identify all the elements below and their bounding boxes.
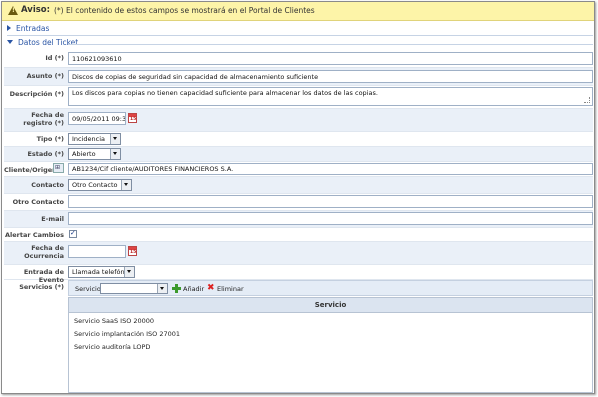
warning-icon: !: [8, 6, 18, 15]
calendar-icon[interactable]: 15: [128, 246, 137, 256]
chevron-down-icon: [110, 149, 120, 159]
servicios-label: Servicios (*): [19, 283, 64, 291]
table-row[interactable]: Servicio implantación ISO 27001: [69, 328, 592, 340]
divider: [68, 44, 593, 45]
fecha-registro-field[interactable]: 09/05/2011 09:36:00: [68, 112, 126, 125]
servicios-toolbar: Servicios Añadir ✖ Eliminar: [68, 280, 593, 296]
tipo-select[interactable]: Incidencia: [68, 133, 121, 145]
tipo-label: Tipo (*): [36, 135, 64, 143]
row-otro-contacto: Otro Contacto: [4, 194, 593, 211]
section-entradas-label: Entradas: [16, 24, 50, 33]
email-field[interactable]: [68, 212, 593, 225]
table-row[interactable]: Servicio SaaS ISO 20000: [69, 315, 592, 327]
row-estado: Estado (*) Abierto: [4, 147, 593, 162]
section-datos-label: Datos del Ticket: [18, 38, 79, 47]
triangle-down-icon: [7, 40, 13, 44]
cliente-field[interactable]: AB1234/Cif cliente/AUDITORES FINANCIEROS…: [68, 163, 593, 175]
estado-value: Abierto: [72, 150, 96, 158]
section-datos-ticket[interactable]: Datos del Ticket: [7, 38, 78, 47]
alert-text: (*) El contenido de estos campos se most…: [54, 5, 315, 15]
email-label: E-mail: [41, 215, 64, 223]
row-fecha-ocurrencia: Fecha de Ocurrencia 15: [4, 242, 593, 265]
alert-banner: ! Aviso: (*) El contenido de estos campo…: [2, 2, 594, 21]
table-row[interactable]: Servicio auditoría LOPD: [69, 341, 592, 353]
row-contacto: Contacto Otro Contacto: [4, 177, 593, 194]
lookup-icon[interactable]: ⊞: [53, 163, 64, 173]
entrada-evento-select[interactable]: Llamada telefónica: [68, 266, 135, 278]
otro-contacto-label: Otro Contacto: [12, 198, 64, 206]
estado-label: Estado (*): [27, 150, 64, 158]
row-asunto: Asunto (*) Discos de copias de seguridad…: [4, 68, 593, 86]
alertar-checkbox[interactable]: [69, 229, 77, 238]
otro-contacto-field[interactable]: [68, 195, 593, 208]
chevron-down-icon: [157, 284, 167, 293]
row-tipo: Tipo (*) Incidencia: [4, 132, 593, 147]
section-entradas[interactable]: Entradas: [7, 24, 49, 33]
descripcion-text: Los discos para copias no tienen capacid…: [72, 89, 378, 97]
add-button-label: Añadir: [183, 285, 205, 293]
table-header: Servicio: [69, 298, 592, 313]
row-id: Id (*) 110621093610: [4, 50, 593, 68]
ticket-form-window: ! Aviso: (*) El contenido de estos campo…: [1, 1, 595, 394]
delete-button-label: Eliminar: [217, 285, 244, 293]
row-entrada-evento: Entrada de Evento Llamada telefónica: [4, 265, 593, 284]
delete-icon: ✖: [207, 283, 215, 293]
contacto-select[interactable]: Otro Contacto: [68, 179, 132, 191]
fecha-registro-label: Fecha de registro (*): [23, 111, 64, 127]
contacto-value: Otro Contacto: [72, 181, 118, 189]
asunto-field[interactable]: Discos de copias de seguridad sin capaci…: [68, 70, 593, 83]
servicios-table: Servicio Servicio SaaS ISO 20000 Servici…: [68, 297, 593, 393]
estado-select[interactable]: Abierto: [68, 148, 121, 160]
add-icon: [172, 284, 181, 293]
chevron-down-icon: [121, 180, 131, 190]
asunto-label: Asunto (*): [26, 72, 64, 80]
cliente-label: Cliente/Origen: [4, 166, 57, 174]
servicios-select[interactable]: [100, 283, 168, 294]
tipo-value: Incidencia: [72, 135, 106, 143]
descripcion-textarea[interactable]: Los discos para copias no tienen capacid…: [68, 87, 593, 106]
alertar-label: Alertar Cambios: [5, 231, 64, 239]
row-descripcion: Descripción (*) Los discos para copias n…: [4, 86, 593, 109]
divider: [7, 35, 593, 36]
row-email: E-mail: [4, 211, 593, 228]
chevron-down-icon: [124, 267, 134, 277]
calendar-icon[interactable]: 15: [128, 113, 137, 123]
chevron-down-icon: [110, 134, 120, 144]
fecha-ocurrencia-field[interactable]: [68, 245, 126, 258]
resize-handle-icon[interactable]: [584, 97, 590, 103]
row-servicios: Servicios (*) Servicios Añadir ✖ Elimina…: [4, 280, 593, 393]
id-label: Id (*): [45, 54, 64, 62]
id-field[interactable]: 110621093610: [68, 52, 593, 65]
row-cliente: Cliente/Origen ⊞ AB1234/Cif cliente/AUDI…: [4, 162, 593, 177]
contacto-label: Contacto: [31, 181, 64, 189]
row-alertar: Alertar Cambios: [4, 228, 593, 242]
fecha-ocurrencia-label: Fecha de Ocurrencia: [24, 244, 64, 260]
triangle-right-icon: [7, 25, 11, 31]
row-fecha-registro: Fecha de registro (*) 09/05/2011 09:36:0…: [4, 109, 593, 132]
alert-title: Aviso:: [21, 5, 51, 15]
descripcion-label: Descripción (*): [9, 90, 64, 98]
